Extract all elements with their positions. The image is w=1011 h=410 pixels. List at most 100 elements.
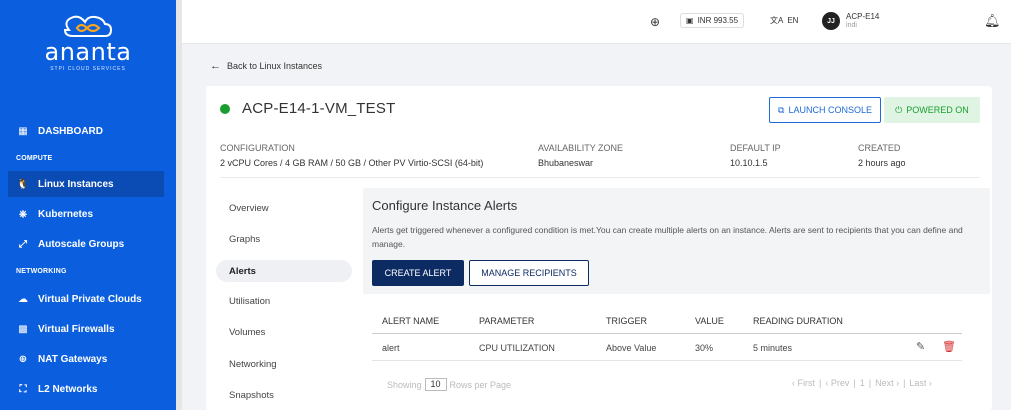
alerts-panel: Configure Instance Alerts Alerts get tri… [363, 188, 990, 294]
sidebar-item-dashboard[interactable]: ▦ DASHBOARD [8, 118, 164, 144]
kubernetes-icon: ⎈ [19, 208, 27, 220]
tab-networking[interactable]: Networking [216, 353, 352, 375]
section-networking: NETWORKING [16, 268, 67, 275]
create-alert-button[interactable]: CREATE ALERT [372, 260, 464, 286]
sidebar-item-label: DASHBOARD [38, 125, 103, 137]
instance-header: ACP-E14-1-VM_TEST [220, 100, 395, 117]
edit-icon[interactable]: ✎ [916, 340, 925, 353]
logo[interactable]: ananta STPI CLOUD SERVICES [0, 12, 176, 72]
tab-volumes[interactable]: Volumes [216, 321, 352, 343]
logo-tagline: STPI CLOUD SERVICES [50, 66, 126, 72]
external-link-icon: ⧉ [778, 104, 785, 115]
autoscale-icon: ⤢ [19, 238, 27, 250]
parameter-cell: CPU UTILIZATION [479, 343, 555, 353]
sidebar-item-label: Virtual Private Clouds [38, 293, 142, 305]
next-page-link[interactable]: Next › [875, 378, 899, 388]
user-name: ACP-E14 [846, 12, 880, 21]
availability-zone-value: Bhubaneswar [538, 158, 594, 168]
availability-zone-label: AVAILABILITY ZONE [538, 143, 624, 153]
linux-icon: 🐧 [16, 178, 30, 190]
first-page-link[interactable]: ‹ First [792, 378, 815, 388]
rows-per-page: Showing 10 Rows per Page [387, 378, 511, 391]
column-header-value[interactable]: VALUE [695, 316, 724, 326]
prev-page-link[interactable]: ‹ Prev [825, 378, 849, 388]
alerts-title: Configure Instance Alerts [372, 198, 518, 213]
tab-graphs[interactable]: Graphs [216, 228, 352, 250]
duration-cell: 5 minutes [753, 343, 793, 353]
cloud-icon: ☁ [18, 293, 28, 305]
tab-snapshots[interactable]: Snapshots [216, 384, 352, 406]
back-link[interactable]: ← Back to Linux Instances [210, 60, 322, 72]
translate-icon: 文A [770, 16, 784, 25]
alert-name-cell: alert [382, 343, 400, 353]
showing-label: Showing [387, 379, 422, 390]
alerts-description: Alerts get triggered whenever a configur… [372, 225, 963, 249]
sidebar-item-kubernetes[interactable]: ⎈ Kubernetes [8, 201, 164, 227]
language-selector[interactable]: 文A EN [770, 15, 798, 26]
arrow-left-icon: ← [210, 60, 221, 72]
tab-utilisation[interactable]: Utilisation [216, 290, 352, 312]
created-value: 2 hours ago [858, 158, 906, 168]
dashboard-icon: ▦ [18, 125, 28, 137]
launch-console-label: LAUNCH CONSOLE [788, 105, 872, 115]
default-ip-value: 10.10.1.5 [730, 158, 768, 168]
trigger-cell: Above Value [606, 343, 657, 353]
table-row-divider [372, 360, 962, 361]
power-state-button[interactable]: ⏻ POWERED ON [884, 97, 980, 123]
network-icon: ⛶ [19, 383, 27, 395]
user-sub: indi [846, 22, 857, 29]
sidebar-item-label: Virtual Firewalls [38, 323, 115, 335]
sidebar-item-label: Autoscale Groups [38, 238, 125, 250]
power-icon: ⏻ [895, 104, 903, 115]
sidebar-item-label: L2 Networks [38, 383, 98, 395]
globe-icon: ⊕ [18, 353, 28, 365]
status-dot [220, 103, 230, 114]
column-header-reading-duration[interactable]: READING DURATION [753, 316, 843, 326]
sidebar-scrollbar[interactable] [176, 0, 182, 410]
sidebar-item-label: Kubernetes [38, 208, 94, 220]
power-state-label: POWERED ON [906, 105, 969, 115]
table-header-divider [372, 333, 962, 334]
back-link-label: Back to Linux Instances [227, 61, 323, 71]
user-menu[interactable]: JJ ACP-E14 indi [822, 12, 879, 30]
section-compute: COMPUTE [16, 155, 53, 162]
current-page: 1 [859, 378, 865, 388]
firewall-icon: ▩ [18, 323, 28, 335]
logo-name: ananta [44, 38, 132, 66]
divider [220, 177, 980, 178]
tab-overview[interactable]: Overview [216, 197, 352, 219]
balance-badge[interactable]: ▣ INR 993.55 [680, 13, 745, 28]
pagination: ‹ First | ‹ Prev | 1 | Next › | Last › [792, 378, 932, 388]
avatar: JJ [822, 12, 840, 30]
page-title: ACP-E14-1-VM_TEST [242, 100, 396, 117]
rows-per-page-label: Rows per Page [449, 379, 512, 390]
sidebar-item-autoscale-groups[interactable]: ⤢ Autoscale Groups [8, 231, 164, 257]
configuration-label: CONFIGURATION [220, 143, 295, 153]
top-bar: ⊕ ▣ INR 993.55 文A EN JJ ACP-E14 indi 🔔︎ [182, 0, 1011, 44]
configuration-value: 2 vCPU Cores / 4 GB RAM / 50 GB / Other … [220, 158, 484, 168]
language-value: EN [787, 16, 799, 25]
value-cell: 30% [695, 343, 714, 353]
sidebar-item-label: Linux Instances [38, 178, 114, 190]
last-page-link[interactable]: Last › [909, 378, 932, 388]
column-header-parameter[interactable]: PARAMETER [479, 316, 534, 326]
delete-icon[interactable]: 🗑︎ [942, 340, 956, 353]
sidebar-item-label: NAT Gateways [38, 353, 108, 365]
sidebar-item-virtual-private-clouds[interactable]: ☁ Virtual Private Clouds [8, 286, 164, 312]
sidebar-item-nat-gateways[interactable]: ⊕ NAT Gateways [8, 346, 164, 372]
notification-bell-icon[interactable]: 🔔︎ [984, 13, 1001, 29]
tab-alerts[interactable]: Alerts [216, 260, 352, 282]
sidebar: ananta STPI CLOUD SERVICES ▦ DASHBOARD C… [0, 0, 176, 410]
launch-console-button[interactable]: ⧉ LAUNCH CONSOLE [769, 97, 881, 123]
column-header-trigger[interactable]: TRIGGER [606, 316, 647, 326]
balance-value: INR 993.55 [697, 16, 739, 25]
sidebar-item-linux-instances[interactable]: 🐧 Linux Instances [8, 171, 164, 197]
manage-recipients-button[interactable]: MANAGE RECIPIENTS [469, 260, 589, 286]
rows-per-page-input[interactable]: 10 [424, 378, 447, 391]
sidebar-item-l2-networks[interactable]: ⛶ L2 Networks [8, 376, 164, 402]
default-ip-label: DEFAULT IP [730, 143, 781, 153]
sidebar-item-virtual-firewalls[interactable]: ▩ Virtual Firewalls [8, 316, 164, 342]
column-header-alert-name[interactable]: ALERT NAME [382, 316, 439, 326]
support-icon[interactable]: ⊕ [650, 15, 660, 29]
instance-card: ACP-E14-1-VM_TEST ⧉ LAUNCH CONSOLE ⏻ POW… [206, 86, 992, 410]
